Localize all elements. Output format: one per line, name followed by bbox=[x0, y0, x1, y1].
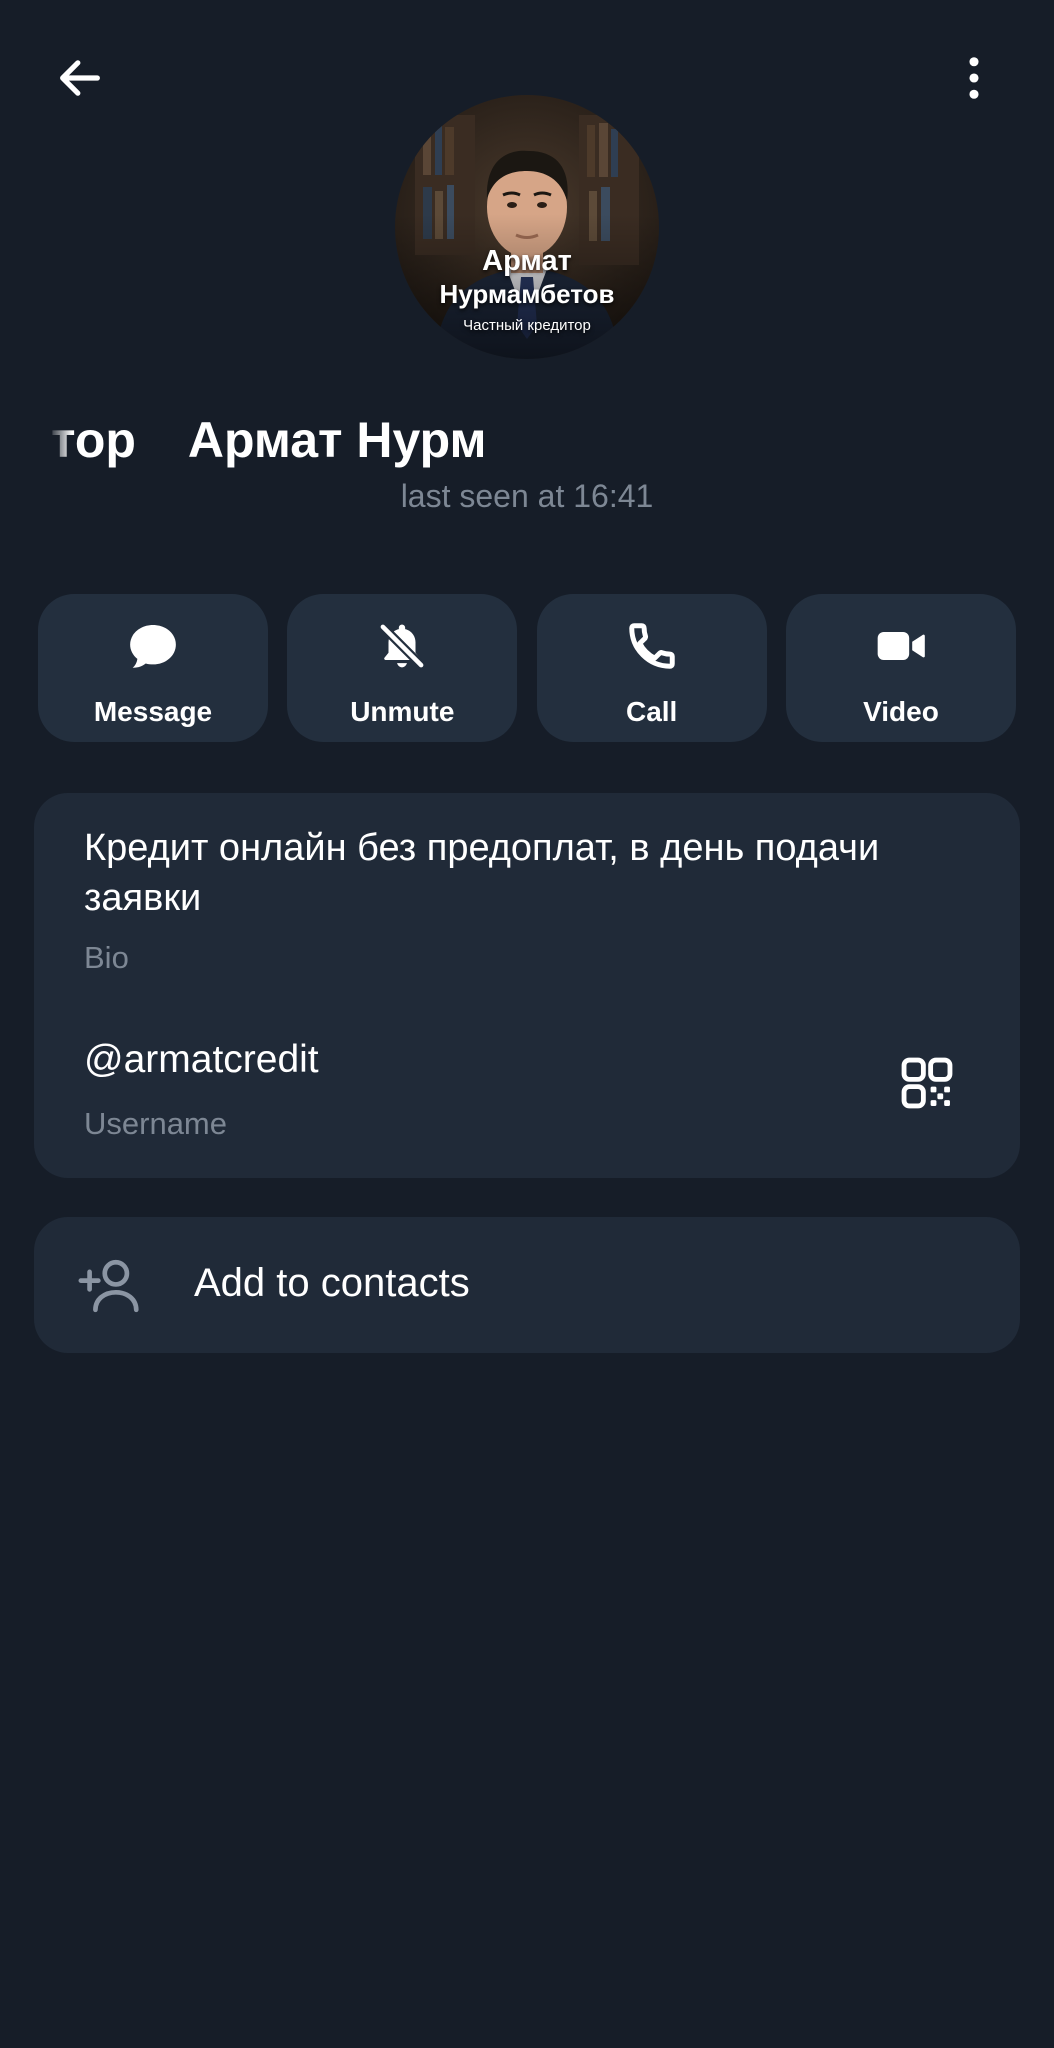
call-button[interactable]: Call bbox=[536, 594, 767, 742]
add-to-contacts-label: Add to contacts bbox=[194, 1261, 470, 1305]
video-button-label: Video bbox=[863, 696, 939, 727]
avatar[interactable]: Армат Нурмамбетов Частный кредитор bbox=[395, 95, 659, 359]
last-seen-status: last seen at 16:41 bbox=[400, 478, 654, 514]
qr-code-button[interactable] bbox=[887, 1043, 967, 1123]
username-text[interactable]: @armatcredit bbox=[84, 1038, 319, 1082]
add-to-contacts-button[interactable]: Add to contacts bbox=[34, 1217, 1020, 1353]
back-button[interactable] bbox=[40, 38, 120, 118]
bio-label: Bio bbox=[84, 940, 129, 975]
avatar-caption-name: Армат bbox=[482, 245, 572, 277]
call-button-label: Call bbox=[625, 696, 678, 727]
more-options-button[interactable] bbox=[934, 38, 1014, 118]
profile-name-track: тов | Частный Кредитор Армат Нурм bbox=[48, 405, 539, 475]
avatar-caption-role: Частный кредитор bbox=[463, 317, 591, 334]
avatar-caption-surname: Нурмамбетов bbox=[439, 279, 615, 309]
unmute-button-label: Unmute bbox=[350, 696, 455, 727]
bell-off-icon bbox=[378, 622, 426, 670]
message-button-label: Message bbox=[93, 696, 213, 727]
video-button[interactable]: Video bbox=[785, 594, 1016, 742]
more-vertical-icon bbox=[969, 57, 979, 99]
arrow-left-icon bbox=[60, 60, 100, 96]
profile-name: тов | Частный Кредитор Армат Нурм bbox=[48, 405, 998, 475]
add-user-icon bbox=[78, 1259, 139, 1313]
message-bubble-icon bbox=[130, 625, 176, 668]
profile-name-text-loop: Армат Нурм bbox=[187, 412, 487, 468]
username-label: Username bbox=[84, 1106, 227, 1141]
info-card: Кредит онлайн без предоплат, в день пода… bbox=[34, 793, 1020, 1178]
profile-screen: Армат Нурмамбетов Частный кредитор тов |… bbox=[0, 0, 1054, 2048]
profile-name-text: тов | Частный Кредитор bbox=[48, 412, 136, 468]
video-camera-icon bbox=[877, 632, 925, 660]
unmute-button[interactable]: Unmute bbox=[287, 594, 518, 742]
action-buttons-row: Message Unmute Call Video bbox=[38, 594, 1016, 742]
message-button[interactable]: Message bbox=[38, 594, 268, 742]
qr-code-icon bbox=[901, 1057, 953, 1109]
bio-text[interactable]: Кредит онлайн без предоплат, в день пода… bbox=[84, 823, 944, 923]
phone-icon bbox=[628, 623, 675, 669]
